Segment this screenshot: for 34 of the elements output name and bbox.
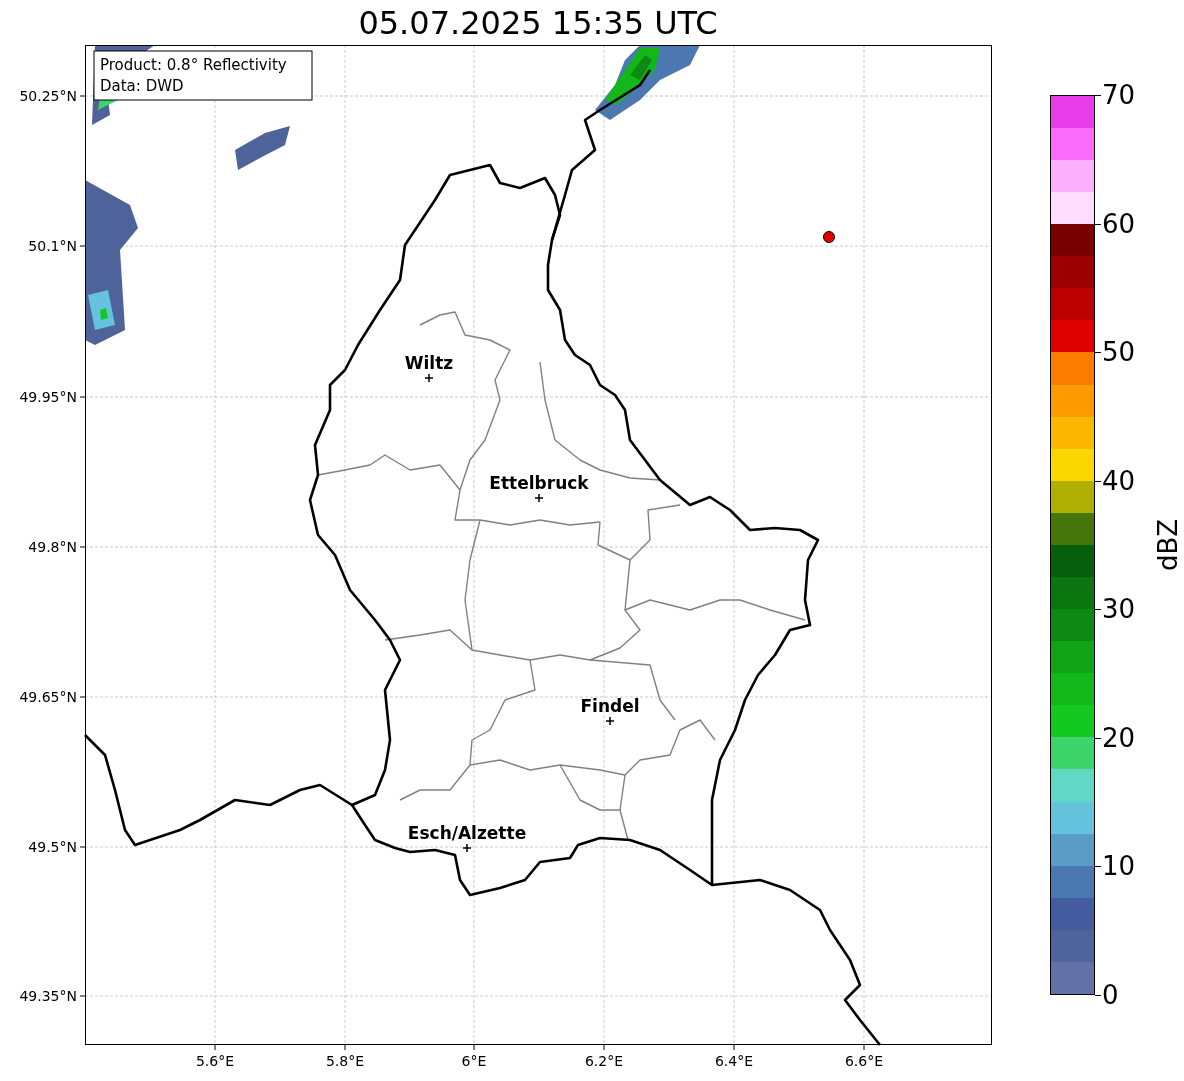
axis-tick-label: 6°E: [461, 1053, 487, 1069]
city-label: Esch/Alzette: [407, 823, 527, 843]
axis-tick-label: 50.25°N: [19, 88, 77, 104]
axis-tick-label: 5.8°E: [325, 1053, 365, 1069]
colorbar-label: dBZ: [1153, 518, 1184, 572]
city-marker-icon: [534, 493, 544, 503]
axis-tick-label: 6.6°E: [844, 1053, 884, 1069]
site-marker: [823, 231, 835, 243]
axis-tick-label: 49.8°N: [28, 539, 77, 555]
axis-tick-label: 50.1°N: [28, 238, 77, 254]
axis-tick-label: 5.6°E: [195, 1053, 235, 1069]
city-marker-icon: [605, 716, 615, 726]
axis-tick-label: 6.2°E: [584, 1053, 624, 1069]
axis-tick-label: 49.95°N: [19, 389, 77, 405]
info-text: Data: DWD: [100, 77, 184, 95]
colorbar-tick-label: 20: [1102, 724, 1136, 751]
colorbar-tick-label: 40: [1102, 467, 1136, 494]
colorbar-tick-label: 10: [1102, 853, 1136, 880]
axis-tick-label: 6.4°E: [714, 1053, 754, 1069]
chart-title: 05.07.2025 15:35 UTC: [357, 2, 719, 44]
city-marker-icon: [462, 843, 472, 853]
colorbar-tick-label: 30: [1102, 596, 1136, 623]
colorbar-tick-label: 70: [1102, 82, 1136, 108]
colorbar-tick-label: 60: [1102, 210, 1136, 237]
info-text: Product: 0.8° Reflectivity: [100, 56, 287, 74]
colorbar-tick-label: 0: [1102, 982, 1119, 1008]
city-label: Ettelbruck: [489, 473, 589, 493]
axis-tick-label: 49.5°N: [28, 839, 77, 855]
city-label: Findel: [580, 696, 640, 716]
colorbar-tick-label: 50: [1102, 339, 1136, 366]
axis-tick-label: 49.65°N: [19, 689, 77, 705]
axis-tick-label: 49.35°N: [19, 988, 77, 1004]
city-label: Wiltz: [404, 353, 454, 373]
city-marker-icon: [424, 373, 434, 383]
